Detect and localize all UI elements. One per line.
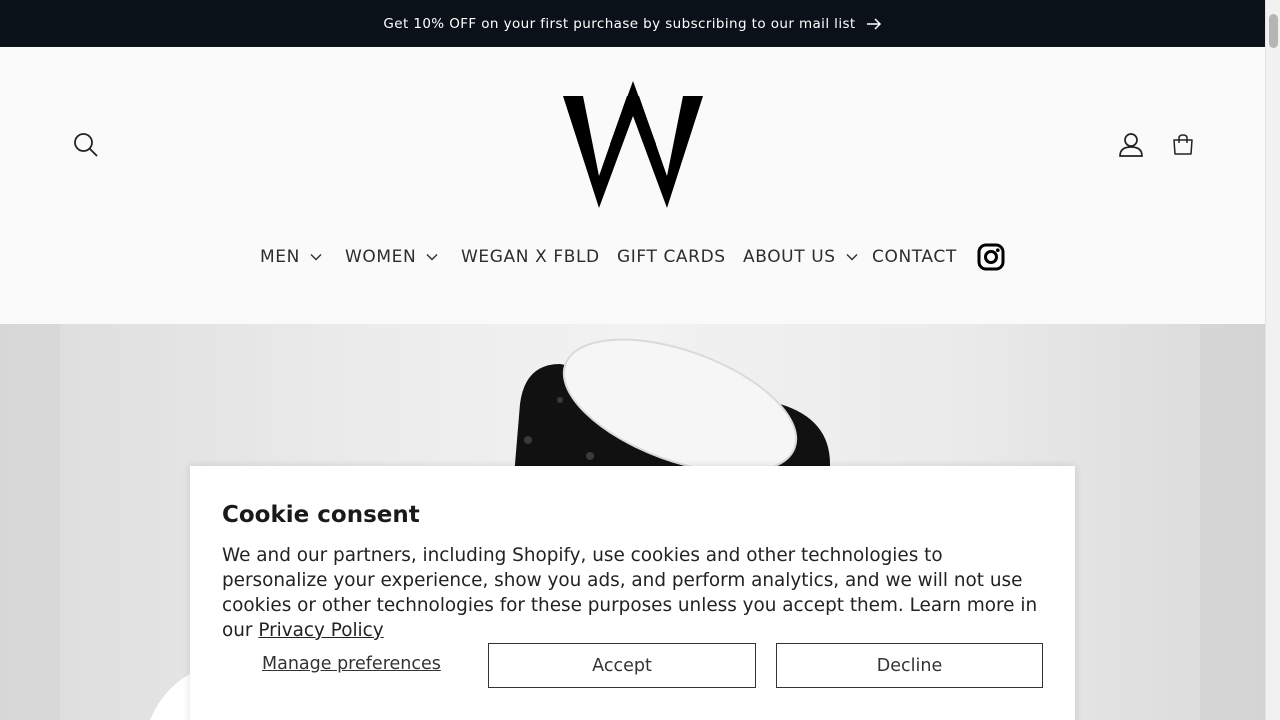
account-button[interactable] xyxy=(1115,129,1147,161)
nav-item-label: MEN xyxy=(260,247,300,267)
chevron-down-icon xyxy=(426,253,438,261)
nav-item-about-us[interactable]: ABOUT US xyxy=(743,241,858,273)
store-logo[interactable] xyxy=(561,78,705,212)
scrollbar-thumb[interactable] xyxy=(1269,14,1278,48)
decline-button[interactable]: Decline xyxy=(776,643,1043,688)
nav-item-men[interactable]: MEN xyxy=(260,241,322,273)
nav-item-wegan-x-fbld[interactable]: WEGAN X FBLD xyxy=(461,241,600,273)
cart-button[interactable] xyxy=(1167,129,1199,161)
instagram-icon xyxy=(977,243,1005,271)
site-header: MEN WOMEN WEGAN X FBLD GIFT CARDS ABOUT … xyxy=(0,47,1265,324)
cart-icon xyxy=(1173,134,1193,155)
arrow-right-icon xyxy=(866,17,882,30)
main-navigation: MEN WOMEN WEGAN X FBLD GIFT CARDS ABOUT … xyxy=(0,241,1265,273)
chevron-down-icon xyxy=(310,253,322,261)
account-icon xyxy=(1119,133,1143,157)
nav-item-label: CONTACT xyxy=(872,247,957,267)
nav-item-gift-cards[interactable]: GIFT CARDS xyxy=(617,241,726,273)
instagram-link[interactable] xyxy=(977,243,1005,271)
nav-item-label: WOMEN xyxy=(345,247,417,267)
nav-item-label: GIFT CARDS xyxy=(617,247,726,267)
announcement-text[interactable]: Get 10% OFF on your first purchase by su… xyxy=(383,16,855,32)
page-scrollbar[interactable] xyxy=(1265,0,1280,720)
w-logo xyxy=(563,81,703,208)
cookie-title: Cookie consent xyxy=(222,502,420,528)
nav-item-label: ABOUT US xyxy=(743,247,836,267)
privacy-policy-link[interactable]: Privacy Policy xyxy=(258,620,383,641)
accept-button[interactable]: Accept xyxy=(488,643,756,688)
search-icon xyxy=(74,133,98,157)
search-button[interactable] xyxy=(70,129,102,161)
nav-item-women[interactable]: WOMEN xyxy=(345,241,438,273)
cookie-consent-dialog: Cookie consent We and our partners, incl… xyxy=(190,466,1075,720)
nav-item-label: WEGAN X FBLD xyxy=(461,247,600,267)
nav-item-contact[interactable]: CONTACT xyxy=(872,241,957,273)
chevron-down-icon xyxy=(846,253,858,261)
announcement-bar[interactable]: Get 10% OFF on your first purchase by su… xyxy=(0,0,1265,47)
manage-preferences-link[interactable]: Manage preferences xyxy=(262,654,441,674)
cookie-description: We and our partners, including Shopify, … xyxy=(222,543,1052,643)
